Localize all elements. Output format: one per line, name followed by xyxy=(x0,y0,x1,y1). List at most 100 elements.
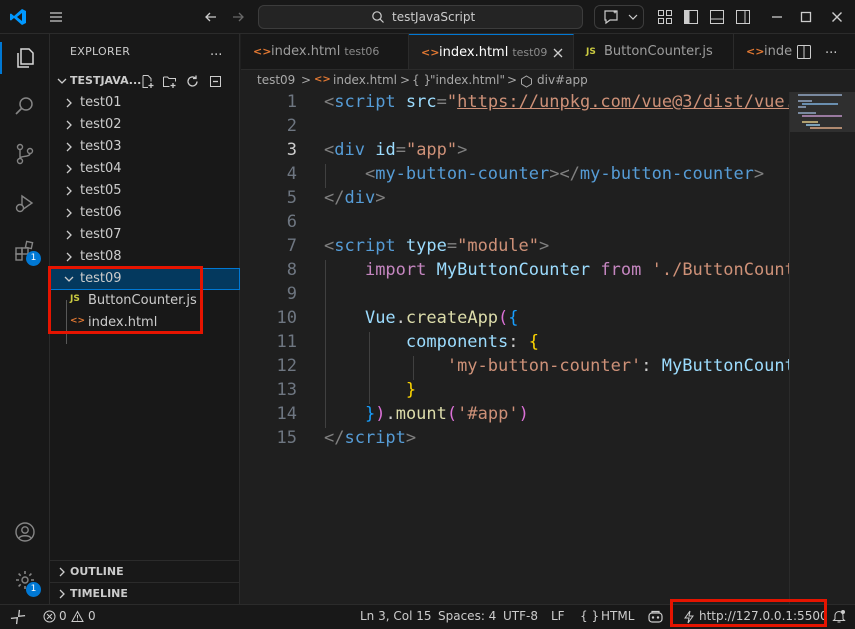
tab-label: index.html xyxy=(271,44,341,59)
live-server-url[interactable]: http://127.0.0.1:5500 xyxy=(699,609,828,623)
tree-folder-test03[interactable]: test03 xyxy=(50,136,240,158)
line-ending[interactable]: LF xyxy=(551,609,565,623)
explorer-sidebar: EXPLORER ... TESTJAVA... test01 test02 tes… xyxy=(48,34,240,604)
search-icon xyxy=(372,11,384,23)
minimap-line xyxy=(802,103,838,105)
search-activity-icon[interactable] xyxy=(13,94,37,118)
chevron-down-icon xyxy=(628,14,638,20)
folder-label: test09 xyxy=(80,271,122,286)
forward-arrow-icon[interactable] xyxy=(229,8,247,26)
code-line-15: </script> xyxy=(324,428,417,448)
tab-index-html-test06[interactable]: <> index.html test06 xyxy=(241,34,409,69)
tab-index-html-test09[interactable]: <> index.html test09 xyxy=(409,34,574,69)
code-line-14: }).mount('#app') xyxy=(364,404,529,424)
tree-file-buttoncounter[interactable]: JS ButtonCounter.js xyxy=(50,290,240,312)
close-window-icon[interactable] xyxy=(829,9,845,25)
folder-label: test02 xyxy=(80,117,122,132)
notification-bell-icon[interactable] xyxy=(832,609,846,624)
code-line-10: Vue.createApp({ xyxy=(364,308,519,328)
chevron-right-icon xyxy=(59,567,65,577)
toggle-primary-sidebar-icon[interactable] xyxy=(683,9,699,25)
accounts-icon[interactable] xyxy=(13,520,37,544)
tree-file-index-html[interactable]: <> index.html xyxy=(50,312,240,334)
workspace-folder-header[interactable]: TESTJAVA... xyxy=(50,70,240,92)
indentation[interactable]: Spaces: 4 xyxy=(438,609,496,623)
sidebar-more-actions[interactable]: ... xyxy=(210,44,222,59)
tree-folder-test01[interactable]: test01 xyxy=(50,92,240,114)
minimap-line xyxy=(798,94,842,96)
chevron-right-icon xyxy=(66,230,72,240)
explorer-files-icon[interactable] xyxy=(13,46,37,70)
outline-section-header[interactable]: OUTLINE xyxy=(50,560,240,582)
timeline-section-header[interactable]: TIMELINE xyxy=(50,582,240,604)
breadcrumb-element[interactable]: div#app xyxy=(537,73,588,87)
line-number: 2 xyxy=(286,116,297,136)
file-encoding[interactable]: UTF-8 xyxy=(503,609,538,623)
code-line-11: components: { xyxy=(405,332,539,352)
code-editor[interactable]: 1 2 3 4 5 6 7 8 9 10 11 12 13 14 15 <script src="https… xyxy=(241,92,789,604)
code-line-7: <script type="module"> xyxy=(324,236,550,256)
code-line-12: 'my-button-counter': MyButtonCounter xyxy=(446,356,789,376)
remote-connection-icon[interactable] xyxy=(0,605,36,629)
warning-icon xyxy=(71,610,84,622)
minimap-line xyxy=(810,127,842,129)
language-mode[interactable]: HTML xyxy=(601,609,634,623)
tab-label: inde xyxy=(764,44,793,59)
chevron-right-icon xyxy=(66,208,72,218)
folder-label: test07 xyxy=(80,227,122,242)
refresh-icon[interactable] xyxy=(185,74,200,89)
close-tab-icon[interactable] xyxy=(552,47,564,59)
chevron-right-icon xyxy=(59,589,65,599)
timeline-label: TIMELINE xyxy=(70,587,128,600)
breadcrumb-folder[interactable]: test09 xyxy=(257,73,295,87)
line-number: 6 xyxy=(286,212,297,232)
code-line-5: </div> xyxy=(324,188,386,208)
copilot-button[interactable] xyxy=(594,5,644,29)
source-control-icon[interactable] xyxy=(13,142,37,166)
minimap-line xyxy=(802,121,818,123)
toggle-panel-icon[interactable] xyxy=(709,9,725,25)
tree-folder-test02[interactable]: test02 xyxy=(50,114,240,136)
minimize-icon[interactable] xyxy=(769,9,785,25)
tree-folder-test05[interactable]: test05 xyxy=(50,180,240,202)
split-editor-icon[interactable] xyxy=(796,44,812,60)
minimap-line xyxy=(802,115,842,117)
extensions-badge: 1 xyxy=(26,251,41,266)
file-label: ButtonCounter.js xyxy=(88,293,197,308)
tree-folder-test08[interactable]: test08 xyxy=(50,246,240,268)
tree-folder-test09[interactable]: test09 xyxy=(50,268,240,290)
breadcrumb-file[interactable]: index.html xyxy=(333,73,397,87)
command-center-search[interactable]: testJavaScript xyxy=(258,5,583,29)
tab-label: index.html xyxy=(439,45,509,60)
minimap-line xyxy=(806,124,820,126)
active-indicator xyxy=(0,42,2,74)
warning-count[interactable]: 0 xyxy=(88,609,96,623)
back-arrow-icon[interactable] xyxy=(202,8,220,26)
tree-folder-test04[interactable]: test04 xyxy=(50,158,240,180)
toggle-secondary-sidebar-icon[interactable] xyxy=(735,9,751,25)
new-folder-icon[interactable] xyxy=(162,74,177,89)
minimap[interactable] xyxy=(789,92,855,604)
hamburger-menu-icon[interactable] xyxy=(47,8,65,26)
breadcrumb-node[interactable]: "index.html" xyxy=(430,73,505,87)
error-count[interactable]: 0 xyxy=(59,609,67,623)
title-bar: testJavaScript xyxy=(0,0,855,34)
tab-buttoncounter-js[interactable]: JS ButtonCounter.js xyxy=(574,34,734,69)
file-label: index.html xyxy=(88,315,158,330)
folder-label: test05 xyxy=(80,183,122,198)
tab-label: ButtonCounter.js xyxy=(604,44,713,59)
cursor-position[interactable]: Ln 3, Col 15 xyxy=(360,609,432,623)
collapse-all-icon[interactable] xyxy=(208,74,223,89)
run-and-debug-icon[interactable] xyxy=(13,191,37,215)
html-file-icon: <> xyxy=(253,45,272,58)
chevron-down-icon xyxy=(57,78,67,84)
editor-more-actions[interactable]: ... xyxy=(825,42,837,57)
braces-icon: { } xyxy=(412,73,432,87)
new-file-icon[interactable] xyxy=(140,74,155,89)
tree-folder-test06[interactable]: test06 xyxy=(50,202,240,224)
copilot-status-icon[interactable] xyxy=(647,609,664,624)
tree-folder-test07[interactable]: test07 xyxy=(50,224,240,246)
customize-layout-icon[interactable] xyxy=(657,9,673,25)
tab-index-html-truncated[interactable]: <> inde xyxy=(734,34,794,69)
maximize-icon[interactable] xyxy=(798,9,814,25)
